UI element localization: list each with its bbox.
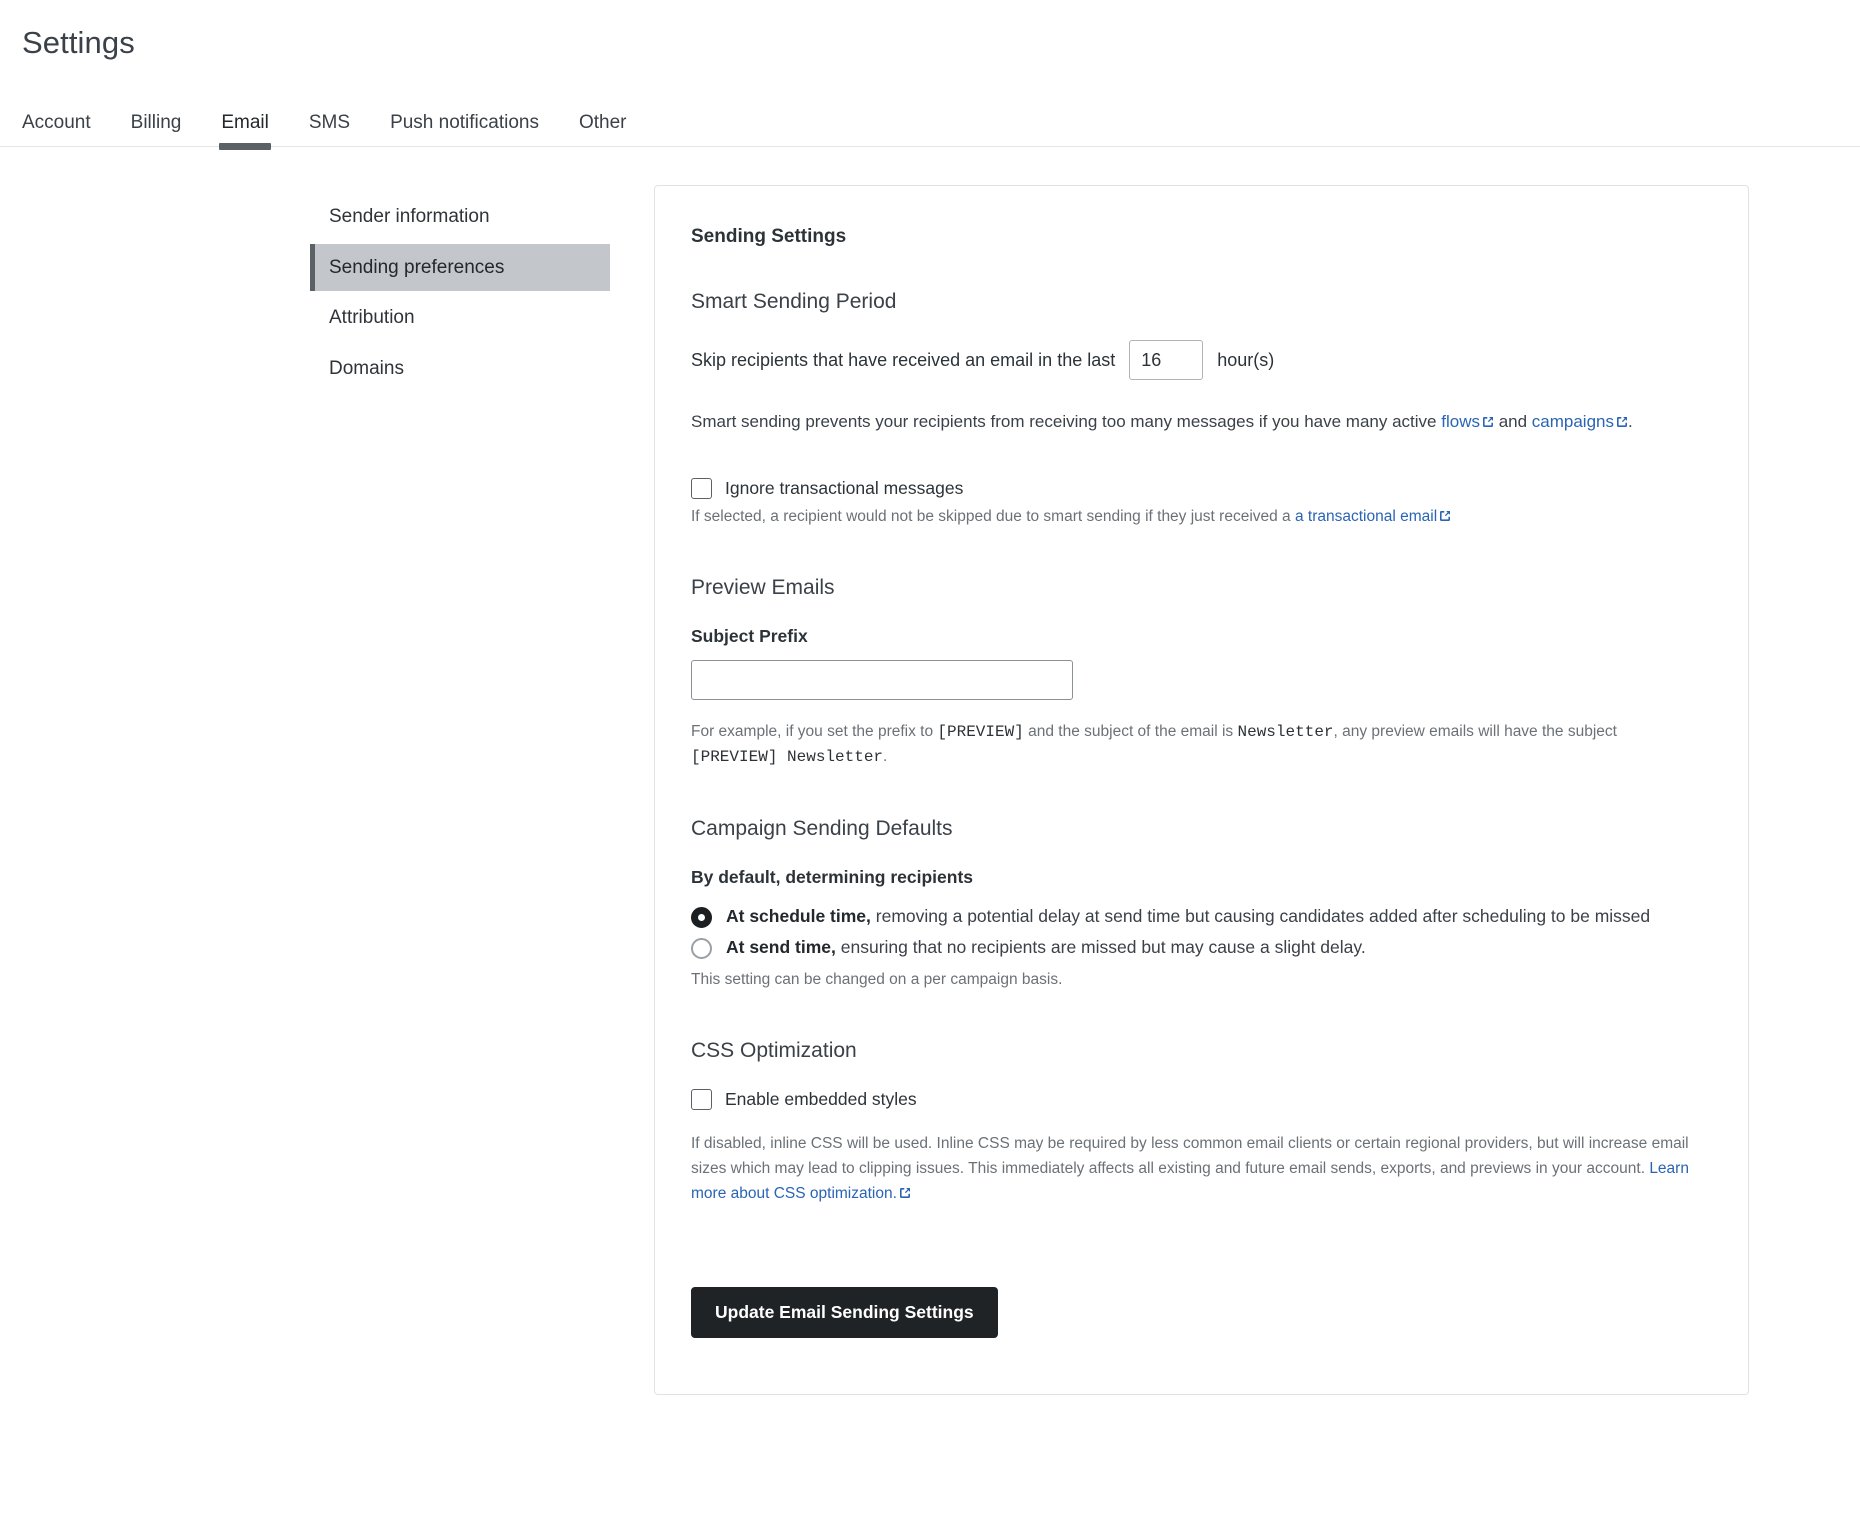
smart-sending-hours-input[interactable]: [1129, 340, 1204, 381]
page-title: Settings: [22, 25, 135, 60]
enable-embedded-styles-label[interactable]: Enable embedded styles: [725, 1089, 917, 1110]
campaigns-link[interactable]: campaigns: [1532, 412, 1628, 431]
radio-row-at-schedule-time[interactable]: At schedule time, removing a potential d…: [691, 904, 1712, 929]
smart-sending-desc-part2: and: [1493, 412, 1532, 432]
enable-embedded-styles-checkbox[interactable]: [691, 1089, 712, 1111]
example-code-newsletter: Newsletter: [1237, 722, 1334, 741]
sidebar-item-domains[interactable]: Domains: [310, 345, 610, 393]
skip-recipients-row: Skip recipients that have received an em…: [691, 340, 1712, 381]
flows-link[interactable]: flows: [1441, 412, 1494, 431]
hours-suffix-label: hour(s): [1217, 349, 1275, 370]
ignore-transactional-helper: If selected, a recipient would not be sk…: [691, 505, 1701, 530]
settings-tabbar: Account Billing Email SMS Push notificat…: [0, 101, 1860, 151]
sidebar-item-sender-information[interactable]: Sender information: [310, 193, 610, 241]
smart-sending-period-section: Smart Sending Period Skip recipients tha…: [691, 290, 1712, 529]
radio-at-send-time-bold: At send time,: [726, 937, 836, 958]
preview-emails-section: Preview Emails Subject Prefix For exampl…: [691, 576, 1712, 771]
radio-at-schedule-time-bold: At schedule time,: [726, 905, 871, 926]
update-email-sending-settings-button[interactable]: Update Email Sending Settings: [691, 1286, 998, 1338]
ignore-transactional-label[interactable]: Ignore transactional messages: [725, 478, 963, 499]
ignore-transactional-checkbox[interactable]: [691, 477, 712, 499]
campaign-sending-defaults-section: Campaign Sending Defaults By default, de…: [691, 817, 1712, 994]
radio-at-schedule-time-text[interactable]: At schedule time, removing a potential d…: [726, 904, 1650, 929]
campaign-defaults-helper: This setting can be changed on a per cam…: [691, 971, 1063, 989]
email-settings-sidenav: Sender information Sending preferences A…: [310, 185, 610, 396]
ignore-transactional-row[interactable]: Ignore transactional messages: [691, 477, 1712, 499]
example-code-preview-tag: [PREVIEW]: [937, 722, 1024, 741]
tab-email[interactable]: Email: [201, 113, 289, 151]
card-title: Sending Settings: [691, 226, 847, 248]
example-code-combined-subject: [PREVIEW] Newsletter: [691, 748, 884, 767]
page-header: Settings: [0, 0, 1860, 61]
tab-sms[interactable]: SMS: [289, 113, 370, 146]
external-link-icon: [1439, 510, 1451, 522]
sending-settings-card: Sending Settings Smart Sending Period Sk…: [654, 185, 1749, 1395]
tab-push-notifications[interactable]: Push notifications: [370, 113, 559, 146]
smart-sending-description: Smart sending prevents your recipients f…: [691, 408, 1701, 436]
external-link-icon: [899, 1187, 911, 1199]
radio-at-send-time-text[interactable]: At send time, ensuring that no recipient…: [726, 935, 1366, 960]
campaigns-link-label: campaigns: [1531, 412, 1614, 432]
enable-embedded-styles-row[interactable]: Enable embedded styles: [691, 1089, 1712, 1111]
external-link-icon: [1482, 416, 1494, 428]
smart-sending-desc-part1: Smart sending prevents your recipients f…: [691, 412, 1442, 432]
tab-account[interactable]: Account: [22, 113, 111, 146]
transactional-email-link[interactable]: a transactional email: [1295, 508, 1451, 525]
css-optimization-desc-text: If disabled, inline CSS will be used. In…: [691, 1135, 1689, 1178]
smart-sending-heading: Smart Sending Period: [691, 290, 897, 314]
radio-row-at-send-time[interactable]: At send time, ensuring that no recipient…: [691, 935, 1712, 960]
subject-prefix-example: For example, if you set the prefix to [P…: [691, 720, 1701, 771]
subject-prefix-label: Subject Prefix: [691, 625, 808, 646]
example-part2: and the subject of the email is: [1023, 722, 1238, 740]
css-optimization-section: CSS Optimization Enable embedded styles …: [691, 1039, 1712, 1206]
transactional-email-link-label: a transactional email: [1295, 507, 1438, 525]
smart-sending-desc-part3: .: [1628, 412, 1633, 432]
radio-at-schedule-time[interactable]: [691, 906, 712, 928]
radio-at-schedule-time-rest: removing a potential delay at send time …: [870, 905, 1651, 926]
tab-other[interactable]: Other: [559, 113, 647, 146]
ignore-helper-prefix: If selected, a recipient would not be sk…: [691, 507, 1295, 525]
sidebar-item-attribution[interactable]: Attribution: [310, 294, 610, 342]
settings-layout: Sender information Sending preferences A…: [0, 147, 1860, 1434]
subject-prefix-input[interactable]: [691, 659, 1073, 700]
tab-billing[interactable]: Billing: [111, 113, 202, 146]
skip-recipients-label: Skip recipients that have received an em…: [691, 349, 1116, 370]
campaign-defaults-heading: Campaign Sending Defaults: [691, 816, 953, 840]
external-link-icon: [1616, 416, 1628, 428]
css-optimization-description: If disabled, inline CSS will be used. In…: [691, 1132, 1701, 1206]
example-part4: .: [883, 748, 888, 766]
example-part1: For example, if you set the prefix to: [691, 722, 938, 740]
flows-link-label: flows: [1441, 412, 1480, 432]
radio-at-send-time[interactable]: [691, 938, 712, 960]
sidebar-item-sending-preferences[interactable]: Sending preferences: [310, 243, 610, 292]
example-part3: , any preview emails will have the subje…: [1333, 722, 1617, 740]
campaign-defaults-sub-label: By default, determining recipients: [691, 866, 973, 887]
css-optimization-heading: CSS Optimization: [691, 1039, 857, 1063]
radio-at-send-time-rest: ensuring that no recipients are missed b…: [835, 937, 1366, 958]
preview-emails-heading: Preview Emails: [691, 575, 835, 599]
